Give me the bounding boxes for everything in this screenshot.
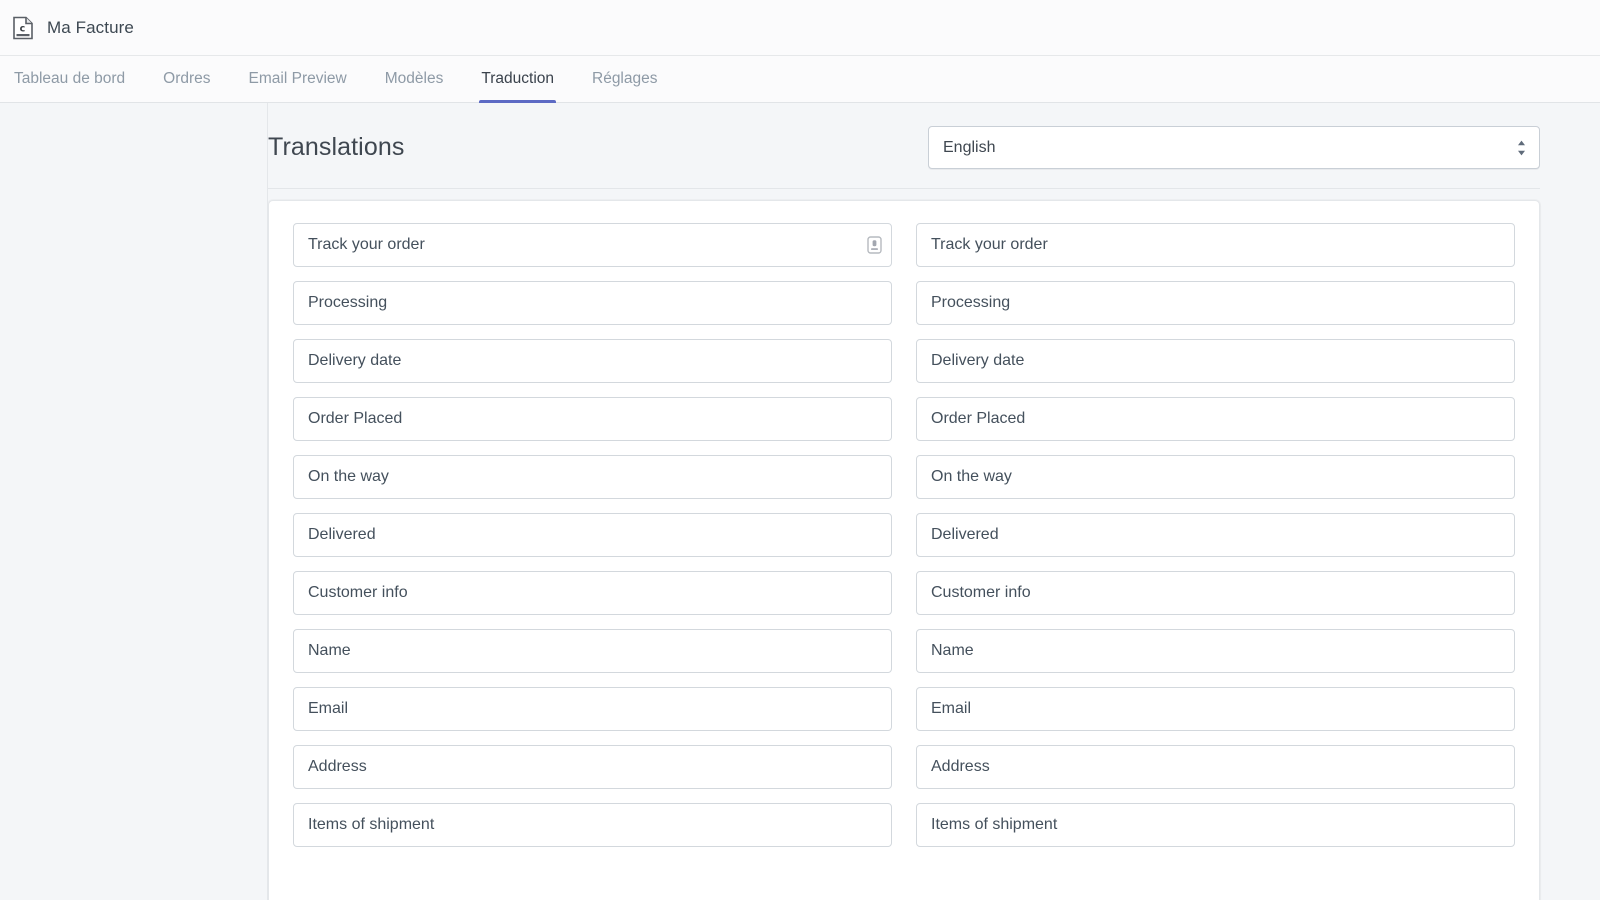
page-header: Translations English <box>268 103 1540 169</box>
language-select-wrapper: English <box>928 126 1540 169</box>
translation-target-field <box>916 223 1515 267</box>
translation-target-field <box>916 339 1515 383</box>
translation-source-input[interactable] <box>293 571 892 615</box>
nav-tab-traduction[interactable]: Traduction <box>462 56 573 103</box>
nav-tab-tableau-de-bord[interactable]: Tableau de bord <box>12 56 144 102</box>
translations-page: Translations English <box>268 103 1600 900</box>
translation-row <box>293 571 1515 615</box>
translation-source-field <box>293 223 892 267</box>
translation-row <box>293 687 1515 731</box>
translation-target-input[interactable] <box>916 397 1515 441</box>
translation-row <box>293 397 1515 441</box>
translation-row <box>293 513 1515 557</box>
nav-tab-label: Tableau de bord <box>14 70 126 87</box>
translation-source-input[interactable] <box>293 803 892 847</box>
translation-target-field <box>916 281 1515 325</box>
nav-tab-modeles[interactable]: Modèles <box>366 56 463 102</box>
content-area: Translations English <box>0 103 1600 900</box>
translation-target-input[interactable] <box>916 281 1515 325</box>
translation-target-input[interactable] <box>916 223 1515 267</box>
invoice-document-icon: c <box>12 16 34 40</box>
translation-target-input[interactable] <box>916 455 1515 499</box>
translations-card <box>268 200 1540 900</box>
translation-target-input[interactable] <box>916 803 1515 847</box>
translation-source-field <box>293 629 892 673</box>
translation-source-field <box>293 397 892 441</box>
translation-source-input[interactable] <box>293 339 892 383</box>
nav-tab-label: Traduction <box>481 70 554 87</box>
language-select[interactable]: English <box>928 126 1540 169</box>
translation-row <box>293 223 1515 267</box>
translation-target-field <box>916 745 1515 789</box>
nav-tab-label: Réglages <box>592 70 658 87</box>
app-header: c Ma Facture <box>0 0 1600 56</box>
translations-list <box>293 223 1515 847</box>
translation-target-field <box>916 629 1515 673</box>
nav-tab-label: Email Preview <box>248 70 347 87</box>
translation-row <box>293 745 1515 789</box>
translation-target-input[interactable] <box>916 513 1515 557</box>
translation-target-input[interactable] <box>916 339 1515 383</box>
page-title: Translations <box>268 133 405 161</box>
header-divider <box>268 188 1540 189</box>
translation-source-input[interactable] <box>293 223 892 267</box>
nav-tab-ordres[interactable]: Ordres <box>144 56 229 102</box>
svg-text:c: c <box>20 23 26 34</box>
translation-row <box>293 281 1515 325</box>
translation-target-field <box>916 687 1515 731</box>
language-select-value: English <box>943 138 996 156</box>
translation-target-field <box>916 571 1515 615</box>
translation-source-field <box>293 339 892 383</box>
translation-target-input[interactable] <box>916 629 1515 673</box>
translation-source-field <box>293 513 892 557</box>
nav-tab-email-preview[interactable]: Email Preview <box>230 56 366 102</box>
nav-tab-label: Modèles <box>384 70 444 87</box>
translation-source-input[interactable] <box>293 745 892 789</box>
left-rail <box>0 103 268 900</box>
translation-source-input[interactable] <box>293 687 892 731</box>
translation-source-field <box>293 803 892 847</box>
translation-source-input[interactable] <box>293 513 892 557</box>
translation-target-input[interactable] <box>916 687 1515 731</box>
main-nav: Tableau de bord Ordres Email Preview Mod… <box>0 56 1600 103</box>
translation-source-input[interactable] <box>293 281 892 325</box>
nav-tab-reglages[interactable]: Réglages <box>573 56 677 102</box>
translation-source-field <box>293 687 892 731</box>
translation-row <box>293 339 1515 383</box>
translation-row <box>293 455 1515 499</box>
app-title: Ma Facture <box>47 17 134 37</box>
translation-source-input[interactable] <box>293 397 892 441</box>
translation-source-field <box>293 455 892 499</box>
translation-row <box>293 629 1515 673</box>
translation-target-field <box>916 803 1515 847</box>
translation-target-input[interactable] <box>916 571 1515 615</box>
translation-source-field <box>293 571 892 615</box>
translation-source-field <box>293 745 892 789</box>
translation-target-input[interactable] <box>916 745 1515 789</box>
translation-target-field <box>916 397 1515 441</box>
nav-tab-label: Ordres <box>163 70 211 87</box>
translation-source-input[interactable] <box>293 455 892 499</box>
translation-row <box>293 803 1515 847</box>
translation-target-field <box>916 455 1515 499</box>
translation-target-field <box>916 513 1515 557</box>
translation-source-input[interactable] <box>293 629 892 673</box>
translation-source-field <box>293 281 892 325</box>
